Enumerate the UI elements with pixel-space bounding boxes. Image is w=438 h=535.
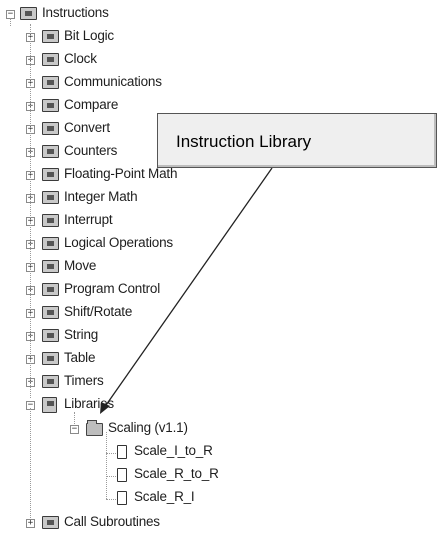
move-icon <box>42 260 59 273</box>
libraries-icon <box>42 397 57 413</box>
tree-node-program-control[interactable]: + Program Control <box>0 280 220 300</box>
tree-node-bit-logic[interactable]: + Bit Logic <box>0 27 220 47</box>
tree-node-label: Timers <box>64 373 104 388</box>
convert-icon <box>42 122 59 135</box>
tree-node-label: Counters <box>64 143 118 158</box>
counters-icon <box>42 145 59 158</box>
tree-connector <box>10 18 11 26</box>
shift-rotate-icon <box>42 306 59 319</box>
timers-icon <box>42 375 59 388</box>
tree-node-call-subroutines[interactable]: + Call Subroutines <box>0 513 220 533</box>
interrupt-icon <box>42 214 59 227</box>
tree-node-string[interactable]: + String <box>0 326 220 346</box>
subroutine-icon <box>117 445 127 459</box>
compare-icon <box>42 99 59 112</box>
tree-node-timers[interactable]: + Timers <box>0 372 220 392</box>
clock-icon <box>42 53 59 66</box>
tree-node-scale-i-to-r[interactable]: Scale_I_to_R <box>0 442 220 462</box>
tree-node-label: Communications <box>64 74 162 89</box>
tree-node-label: Clock <box>64 51 97 66</box>
tree-connector <box>30 408 31 518</box>
tree-node-scale-r-i[interactable]: Scale_R_I <box>0 488 220 508</box>
tree-node-label: Call Subroutines <box>64 514 160 529</box>
tree-node-instructions[interactable]: − Instructions <box>0 4 200 24</box>
tree-node-label: Interrupt <box>64 212 113 227</box>
tree-connector <box>106 432 107 499</box>
tree-node-label: Convert <box>64 120 110 135</box>
tree-node-label: Compare <box>64 97 119 112</box>
table-icon <box>42 352 59 365</box>
tree-node-libraries[interactable]: − Libraries <box>0 395 220 415</box>
tree-connector <box>106 476 116 477</box>
tree-node-label: Shift/Rotate <box>64 304 133 319</box>
tree-node-label: Scale_R_to_R <box>134 466 219 481</box>
tree-connector <box>106 499 116 500</box>
tree-connector <box>74 412 75 424</box>
tree-node-label: Integer Math <box>64 189 138 204</box>
subroutine-icon <box>117 468 127 482</box>
tree-node-move[interactable]: + Move <box>0 257 220 277</box>
instructions-icon <box>20 7 37 20</box>
tree-node-table[interactable]: + Table <box>0 349 220 369</box>
tree-node-label: Scaling (v1.1) <box>108 420 188 435</box>
tree-node-label: Floating-Point Math <box>64 166 178 181</box>
expand-icon[interactable]: + <box>26 519 35 528</box>
tree-node-label: Scale_R_I <box>134 489 195 504</box>
tree-node-clock[interactable]: + Clock <box>0 50 220 70</box>
tree-connector <box>30 24 31 398</box>
tree-node-logical-operations[interactable]: + Logical Operations <box>0 234 220 254</box>
collapse-icon[interactable]: − <box>70 425 79 434</box>
call-subroutines-icon <box>42 516 59 529</box>
tree-node-interrupt[interactable]: + Interrupt <box>0 211 220 231</box>
tree-node-scale-r-to-r[interactable]: Scale_R_to_R <box>0 465 220 485</box>
program-control-icon <box>42 283 59 296</box>
tree-node-integer-math[interactable]: + Integer Math <box>0 188 220 208</box>
logical-operations-icon <box>42 237 59 250</box>
string-icon <box>42 329 59 342</box>
instruction-tree: − Instructions + Bit Logic + Clock + Com… <box>0 0 438 535</box>
tree-node-label: Instructions <box>42 5 109 20</box>
subroutine-icon <box>117 491 127 505</box>
tree-node-label: Program Control <box>64 281 161 296</box>
tree-node-label: Table <box>64 350 96 365</box>
communications-icon <box>42 76 59 89</box>
callout-label: Instruction Library <box>176 132 312 151</box>
tree-node-label: String <box>64 327 99 342</box>
tree-node-communications[interactable]: + Communications <box>0 73 220 93</box>
tree-node-shift-rotate[interactable]: + Shift/Rotate <box>0 303 220 323</box>
tree-node-scaling-library[interactable]: − Scaling (v1.1) <box>0 419 220 439</box>
tree-connector <box>106 453 116 454</box>
tree-node-label: Move <box>64 258 97 273</box>
tree-node-label: Libraries <box>64 396 114 411</box>
floating-point-math-icon <box>42 168 59 181</box>
bit-logic-icon <box>42 30 59 43</box>
tree-node-floating-point-math[interactable]: + Floating-Point Math <box>0 165 220 185</box>
tree-node-label: Logical Operations <box>64 235 173 250</box>
tree-node-label: Bit Logic <box>64 28 114 43</box>
folder-icon <box>86 420 103 436</box>
integer-math-icon <box>42 191 59 204</box>
tree-node-label: Scale_I_to_R <box>134 443 213 458</box>
instruction-library-callout: Instruction Library <box>157 113 437 168</box>
